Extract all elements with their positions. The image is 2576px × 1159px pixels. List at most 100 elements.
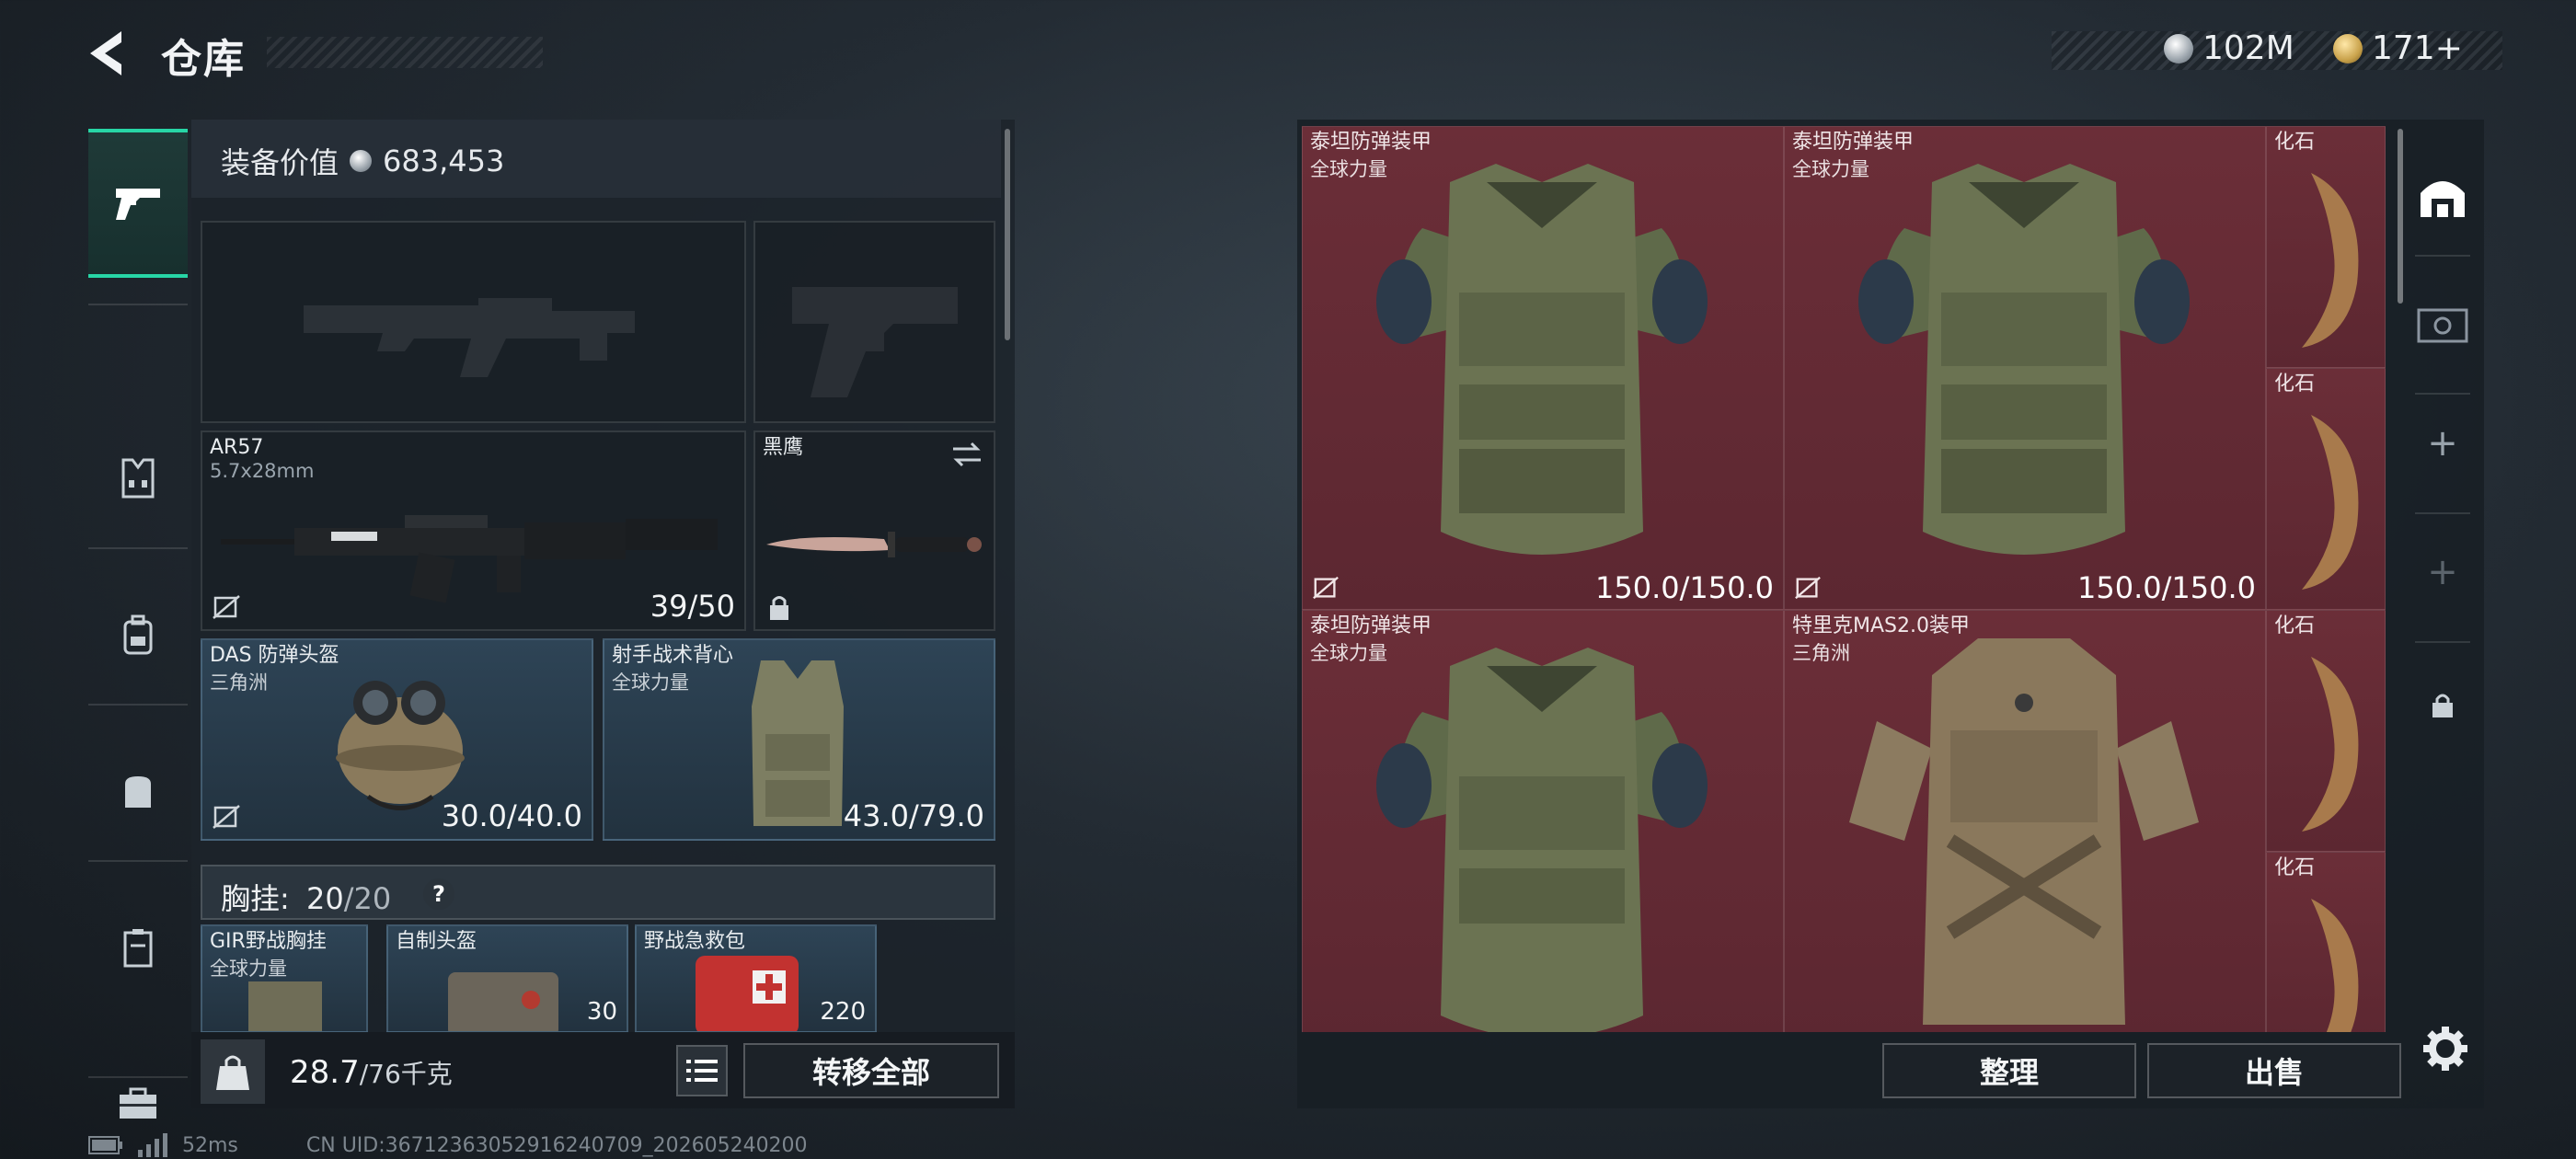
item-durability: 150.0/150.0 [1595, 570, 1774, 605]
chest-rig-capacity: 胸挂: 20/20 [221, 881, 392, 916]
sidearm-slot-empty[interactable] [753, 221, 995, 423]
knife-icon [766, 532, 982, 557]
pouch-icon [125, 776, 151, 808]
nav-divider [88, 1076, 188, 1078]
helmet-name: DAS 防弹头盔 [210, 644, 339, 667]
stash-item-fossil[interactable]: 化石 [2266, 368, 2386, 610]
silver-currency[interactable]: 102M [2164, 29, 2294, 67]
inventory-item-name: 自制头盔 [396, 930, 477, 953]
toolbox-icon [120, 1087, 156, 1119]
safe-box-icon [2417, 308, 2468, 343]
tactical-vest-icon [752, 660, 844, 826]
tab-divider [2415, 255, 2470, 257]
helmet-slot[interactable]: DAS 防弹头盔 三角洲 30.0/40.0 [201, 638, 593, 841]
stash-item-fossil[interactable]: 化石 [2266, 610, 2386, 852]
weapon-ammo: 39/50 [650, 589, 735, 624]
stash-item-fossil[interactable]: 化石 [2266, 126, 2386, 368]
silver-coin-icon [2164, 33, 2193, 63]
nav-weapons[interactable] [88, 129, 188, 278]
fossil-claw-icon [2302, 657, 2359, 832]
nav-divider [88, 547, 188, 549]
melee-name: 黑鹰 [763, 436, 804, 459]
chest-rig-max: 20 [353, 881, 392, 916]
stash-tab-secondary[interactable] [2406, 264, 2479, 384]
equipment-value: 装备价值 683,453 [221, 140, 504, 182]
armor-slot[interactable]: 射手战术背心 全球力量 43.0/79.0 [603, 638, 995, 841]
gold-currency[interactable]: 171+ [2333, 29, 2463, 67]
equipment-scrollbar[interactable] [1005, 129, 1010, 340]
back-icon[interactable] [83, 26, 138, 81]
vest-icon [121, 458, 155, 499]
battery-icon [88, 1136, 122, 1154]
gold-coin-icon [2333, 33, 2363, 63]
no-insure-icon [1313, 576, 1339, 600]
inventory-item-count: 220 [820, 998, 866, 1026]
help-icon[interactable]: ? [423, 878, 454, 910]
no-insure-icon [213, 595, 240, 619]
transfer-all-button[interactable]: 转移全部 [743, 1043, 999, 1098]
weight-max: /76千克 [359, 1059, 453, 1089]
stash-grid: 泰坦防弹装甲 全球力量 150.0/150.0 泰坦防弹装甲 全球力量 150.… [1302, 126, 2386, 1032]
chest-rig-icon [248, 981, 322, 1031]
weapon-caliber: 5.7x28mm [210, 460, 315, 482]
stash-home-icon [2421, 181, 2465, 217]
rifle-silhouette-icon [304, 298, 635, 377]
nav-pouch[interactable] [88, 713, 188, 869]
inventory-item-slot[interactable]: 野战急救包 220 [635, 924, 877, 1033]
stash-scrollbar[interactable] [2398, 129, 2403, 304]
uid-readout: CN UID:36712363052916240709_202605240200 [305, 1133, 808, 1157]
add-stash-tab[interactable]: + [2406, 384, 2479, 503]
titan-armor-icon [1376, 648, 1708, 1032]
primary-weapon-slot[interactable]: AR57 5.7x28mm 39/50 [201, 430, 746, 631]
signal-icon [138, 1133, 167, 1157]
nav-vest[interactable] [88, 400, 188, 557]
stash-item-fossil[interactable]: 化石 [2266, 852, 2386, 1032]
title-decoration [267, 37, 543, 68]
armor-name: 射手战术背心 [612, 644, 734, 667]
item-name: 化石 [2274, 856, 2316, 879]
plus-icon: + [2427, 422, 2458, 465]
item-name: 化石 [2274, 373, 2316, 396]
rig-item-slot[interactable]: GIR野战胸挂 全球力量 [201, 924, 368, 1033]
left-category-nav [88, 115, 188, 1119]
equipment-value-amount: 683,453 [383, 143, 505, 178]
first-aid-kit-icon [696, 956, 799, 1031]
add-stash-tab-disabled: + [2406, 512, 2479, 632]
stash-tabs: + + [2406, 126, 2479, 1046]
ping-readout: 52ms [182, 1133, 238, 1157]
weight-bag-icon [201, 1039, 265, 1104]
mas-armor-icon [1849, 638, 2199, 1025]
gear-icon[interactable] [2420, 1023, 2471, 1074]
list-view-button[interactable] [676, 1045, 728, 1096]
pistol-silhouette-icon [792, 287, 958, 397]
inventory-item-slot[interactable]: 自制头盔 30 [386, 924, 628, 1033]
lock-icon [770, 596, 788, 620]
weight-current: 28.7 [290, 1054, 360, 1091]
organize-button[interactable]: 整理 [1882, 1043, 2136, 1098]
melee-slot[interactable]: 黑鹰 [753, 430, 995, 631]
rig-item-name: GIR野战胸挂 [210, 930, 327, 953]
weapon-name: AR57 [210, 436, 264, 459]
stash-item-armor[interactable]: 泰坦防弹装甲 全球力量 [1302, 610, 1784, 1032]
swap-icon[interactable] [949, 440, 984, 469]
item-name: 化石 [2274, 614, 2316, 637]
stash-tab-main[interactable] [2406, 135, 2479, 255]
sell-button[interactable]: 出售 [2147, 1043, 2401, 1098]
equipment-value-label: 装备价值 [221, 145, 339, 180]
fossil-claw-icon [2311, 899, 2359, 1032]
stash-item-armor[interactable]: 泰坦防弹装甲 全球力量 150.0/150.0 [1784, 126, 2266, 610]
inventory-item-count: 30 [586, 998, 617, 1026]
fossil-claw-icon [2302, 173, 2359, 348]
item-name: 化石 [2274, 131, 2316, 154]
stash-item-armor[interactable]: 特里克MAS2.0装甲 三角洲 [1784, 610, 2266, 1032]
primary-weapon-slot-empty[interactable] [201, 221, 746, 423]
nav-backpack[interactable] [88, 557, 188, 713]
fossil-claw-icon [2302, 415, 2359, 590]
stash-item-armor[interactable]: 泰坦防弹装甲 全球力量 150.0/150.0 [1302, 126, 1784, 610]
lock-icon [2432, 694, 2453, 717]
list-icon [686, 1060, 718, 1082]
nav-case[interactable] [88, 869, 188, 1026]
item-durability: 150.0/150.0 [2077, 570, 2256, 605]
no-insure-icon [1795, 576, 1821, 600]
locked-stash-tab[interactable] [2406, 646, 2479, 765]
